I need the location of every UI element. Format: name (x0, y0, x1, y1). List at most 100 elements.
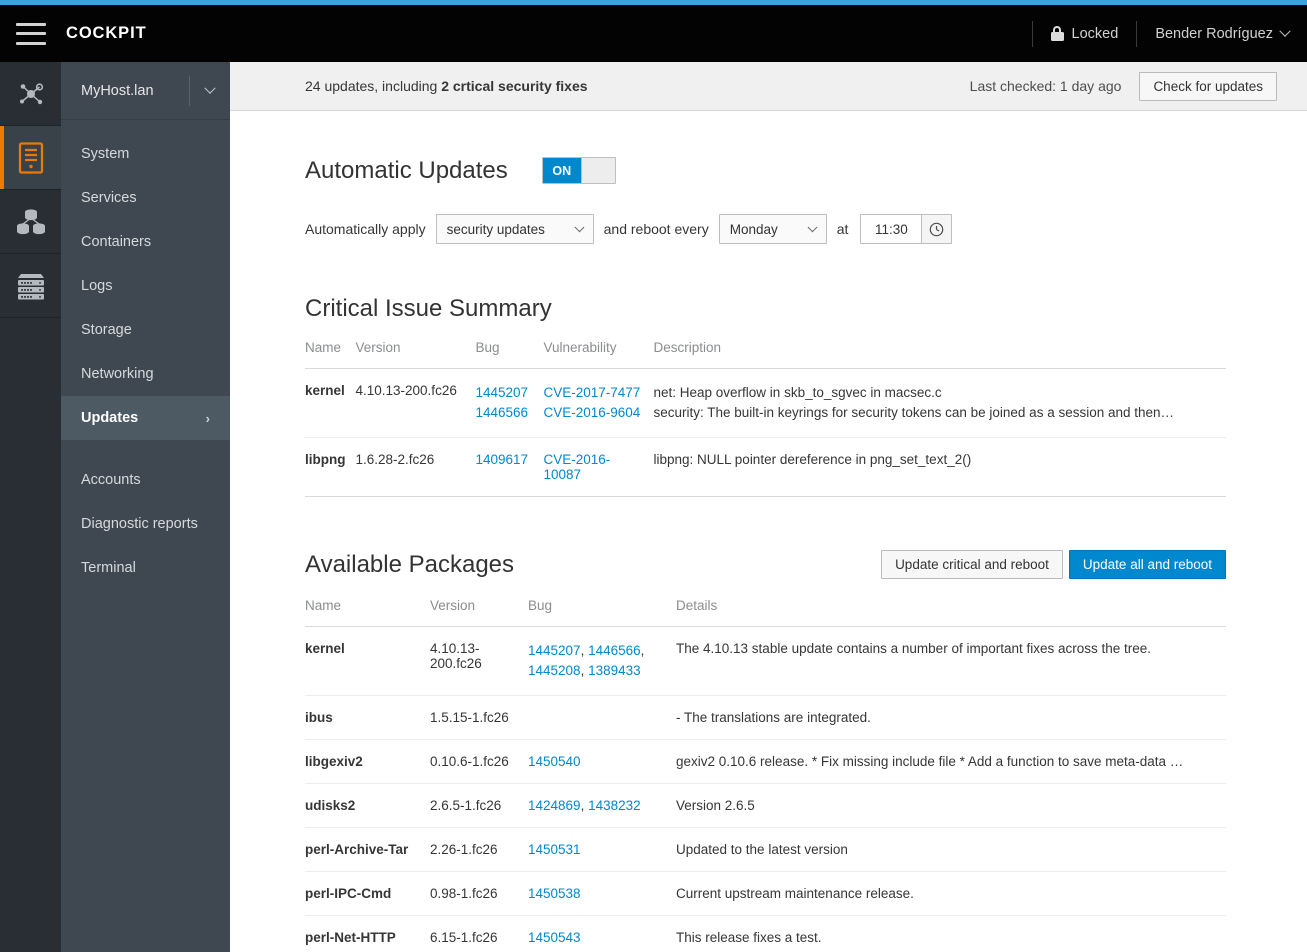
sidebar-item-containers[interactable]: Containers (61, 220, 230, 264)
chevron-down-icon (574, 221, 585, 232)
col-bug: Bug (528, 598, 676, 627)
col-name: Name (305, 598, 430, 627)
reboot-label: and reboot every (603, 221, 709, 237)
locked-indicator[interactable]: Locked (1033, 5, 1137, 62)
sidebar: MyHost.lan System Services Containers Lo… (61, 62, 230, 952)
cell-descriptions: libpng: NULL pointer dereference in png_… (653, 437, 1226, 497)
sidebar-item-networking[interactable]: Networking (61, 352, 230, 396)
cell-details: - The translations are integrated. (676, 695, 1226, 740)
masthead-actions: Locked Bender Rodríguez (1031, 5, 1307, 62)
table-row: libgexiv2 0.10.6-1.fc26 1450540 gexiv2 0… (305, 739, 1226, 784)
automatic-updates-header: Automatic Updates ON (305, 157, 1307, 184)
cell-details: The 4.10.13 stable update contains a num… (676, 626, 1226, 696)
host-name: MyHost.lan (81, 82, 154, 99)
available-packages-table: Name Version Bug Details kernel 4.10.13-… (305, 598, 1226, 952)
apply-label: Automatically apply (305, 221, 426, 237)
update-all-and-reboot-button[interactable]: Update all and reboot (1068, 550, 1226, 579)
sidebar-item-diagnostic-reports[interactable]: Diagnostic reports (61, 502, 230, 546)
sidebar-item-label: Logs (81, 278, 113, 294)
cell-bugs: 1445207, 1446566, 1445208, 1389433 (528, 626, 676, 696)
sidebar-item-label: Terminal (81, 560, 136, 576)
lock-icon (1050, 26, 1064, 41)
chevron-down-icon (1279, 25, 1291, 37)
toggle-on-label: ON (542, 158, 581, 183)
reboot-day-select[interactable]: Monday (718, 214, 827, 244)
update-critical-and-reboot-button[interactable]: Update critical and reboot (881, 550, 1063, 579)
updates-summary: 24 updates, including 2 crtical security… (305, 78, 588, 94)
sidebar-item-services[interactable]: Services (61, 176, 230, 220)
bug-link[interactable]: 1445208 (528, 663, 581, 678)
apply-type-select[interactable]: security updates (435, 214, 594, 244)
available-packages-actions: Update critical and reboot Update all an… (881, 550, 1226, 579)
bug-link[interactable]: 1450531 (528, 842, 581, 857)
available-packages-tbody: kernel 4.10.13-200.fc26 1445207, 1446566… (305, 626, 1226, 952)
user-label: Bender Rodríguez (1155, 25, 1273, 42)
cell-bugs: 1450538 (528, 871, 676, 916)
apply-type-value: security updates (446, 221, 545, 237)
rail-item-containers[interactable] (0, 190, 61, 254)
check-for-updates-button[interactable]: Check for updates (1139, 71, 1277, 101)
cell-version: 4.10.13-200.fc26 (355, 368, 476, 438)
rack-server-icon (17, 273, 44, 299)
bug-link[interactable]: 1389433 (588, 663, 641, 678)
table-header-row: Name Version Bug Details (305, 598, 1226, 627)
cell-details: Updated to the latest version (676, 827, 1226, 872)
last-checked-label: Last checked: 1 day ago (969, 78, 1122, 94)
cell-bugs: 1409617 (475, 437, 544, 497)
description-line: net: Heap overflow in skb_to_sgvec in ma… (653, 385, 942, 400)
rail-item-machines[interactable] (0, 254, 61, 318)
nav-top-gap (61, 120, 230, 132)
automatic-updates-toggle[interactable]: ON (541, 157, 616, 184)
cell-name: perl-Net-HTTP (305, 915, 430, 952)
hamburger-icon[interactable] (16, 22, 46, 45)
rail-item-dashboard[interactable] (0, 62, 61, 126)
network-topology-icon (19, 82, 43, 104)
sidebar-item-label: Services (81, 190, 137, 206)
sidebar-item-system[interactable]: System (61, 132, 230, 176)
bug-link[interactable]: 1450540 (528, 754, 581, 769)
table-row: perl-IPC-Cmd 0.98-1.fc26 1450538 Current… (305, 871, 1226, 916)
sidebar-item-terminal[interactable]: Terminal (61, 546, 230, 590)
bug-link[interactable]: 1409617 (476, 452, 529, 467)
cell-bugs (528, 695, 676, 740)
bug-link[interactable]: 1450538 (528, 886, 581, 901)
updates-summary-critical: 2 crtical security fixes (441, 78, 588, 94)
bug-link[interactable]: 1445207 (528, 643, 581, 658)
bug-link[interactable]: 1446566 (476, 405, 529, 420)
containers-icon (16, 208, 45, 234)
cell-vulnerabilities: CVE-2017-7477 CVE-2016-9604 (543, 368, 654, 438)
chevron-down-icon (807, 221, 818, 232)
sidebar-item-logs[interactable]: Logs (61, 264, 230, 308)
bug-link[interactable]: 1446566 (588, 643, 641, 658)
cell-name: libpng (305, 437, 356, 497)
sidebar-item-storage[interactable]: Storage (61, 308, 230, 352)
bug-link[interactable]: 1438232 (588, 798, 641, 813)
cve-link[interactable]: CVE-2017-7477 (544, 385, 641, 400)
col-details: Details (676, 598, 1226, 627)
masthead: COCKPIT Locked Bender Rodríguez (0, 5, 1307, 62)
col-version: Version (430, 598, 528, 627)
user-menu[interactable]: Bender Rodríguez (1137, 5, 1307, 62)
critical-summary-tbody: kernel 4.10.13-200.fc26 1445207 1446566 … (305, 368, 1226, 497)
bug-link[interactable]: 1445207 (476, 385, 529, 400)
available-packages-header: Available Packages Update critical and r… (305, 550, 1226, 579)
cockpit-app: COCKPIT Locked Bender Rodríguez MyHost.l… (0, 0, 1307, 952)
sidebar-item-label: Networking (81, 366, 154, 382)
reboot-day-value: Monday (729, 221, 778, 237)
bug-link[interactable]: 1450543 (528, 930, 581, 945)
reboot-time-input[interactable] (860, 214, 923, 244)
cve-link[interactable]: CVE-2016-10087 (544, 452, 611, 482)
bug-link[interactable]: 1424869 (528, 798, 581, 813)
cell-name: ibus (305, 695, 430, 740)
sidebar-item-updates[interactable]: Updates › (61, 396, 230, 440)
host-chevron-down-icon (190, 82, 230, 95)
time-picker-button[interactable] (922, 214, 953, 244)
col-bug: Bug (475, 340, 544, 369)
rail-item-host[interactable] (0, 126, 61, 190)
sidebar-item-accounts[interactable]: Accounts (61, 458, 230, 502)
cve-link[interactable]: CVE-2016-9604 (544, 405, 641, 420)
col-version: Version (355, 340, 476, 369)
table-row: libpng 1.6.28-2.fc26 1409617 CVE-2016-10… (305, 437, 1226, 497)
cell-name: libgexiv2 (305, 739, 430, 784)
host-selector[interactable]: MyHost.lan (61, 62, 230, 120)
